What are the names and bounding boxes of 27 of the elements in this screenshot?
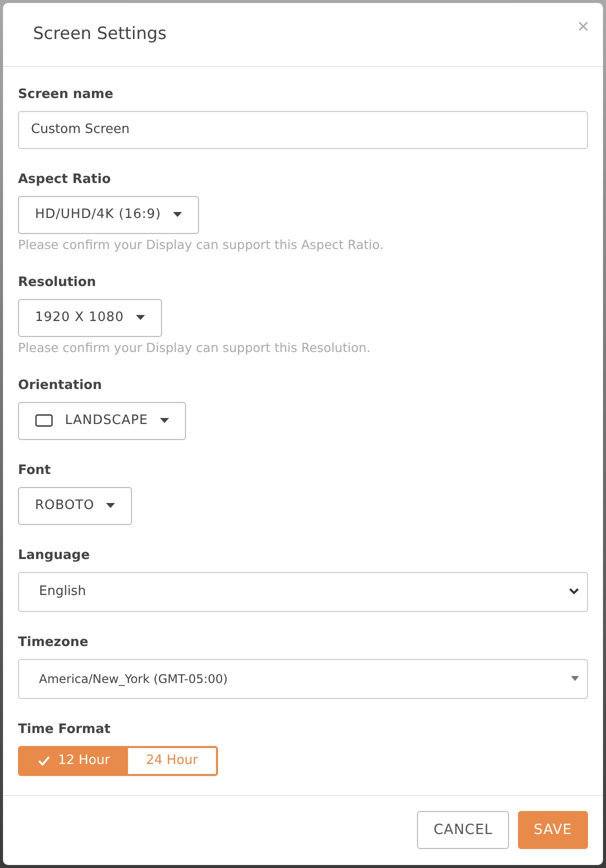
field-label: Aspect Ratio xyxy=(18,172,111,187)
field-label: Resolution xyxy=(18,274,96,290)
field-label: Orientation xyxy=(18,378,102,393)
caret-icon xyxy=(173,212,182,218)
field-label: Timezone xyxy=(18,634,88,650)
screen-name-field[interactable]: Custom Screen xyxy=(18,110,588,149)
caret-icon xyxy=(106,503,116,508)
field-label: Time Format xyxy=(18,722,110,737)
dialog-title: Screen Settings xyxy=(33,24,167,44)
dropdown-button[interactable]: ROBOTO xyxy=(18,486,132,525)
check-icon xyxy=(38,756,50,766)
timezone-select[interactable]: America/New_York (GMT-05:00) xyxy=(18,658,588,699)
field-label: Language xyxy=(18,548,90,563)
language-select[interactable]: English xyxy=(18,572,588,612)
field-label: Font xyxy=(18,462,51,478)
landscape-icon xyxy=(35,414,53,428)
cancel-button[interactable]: CANCEL xyxy=(417,811,509,850)
caret-icon xyxy=(571,676,579,682)
caret-icon xyxy=(136,315,145,320)
dropdown-button[interactable]: LANDSCAPE xyxy=(18,402,186,440)
dropdown-button[interactable]: 1920 X 1080 xyxy=(18,298,162,337)
help-text: Please confirm your Display can support this Resolution. xyxy=(18,340,372,355)
dropdown-button[interactable]: HD/UHD/4K (16:9) xyxy=(18,196,200,234)
field-label: Screen name xyxy=(18,86,114,102)
caret-icon xyxy=(160,418,169,424)
help-text: Please confirm your Display can support this Aspect Ratio. xyxy=(18,236,385,252)
chevron-icon xyxy=(569,588,579,596)
